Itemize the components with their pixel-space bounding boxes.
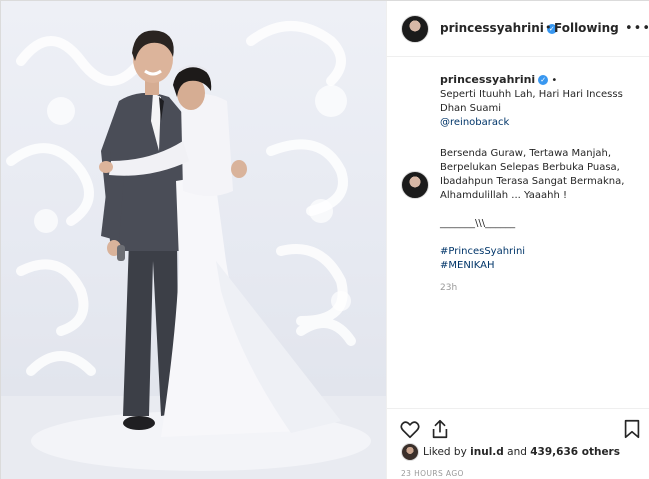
comments-section: princessyahrini ✓ • Seperti Ituuhh Lah, H… — [387, 58, 649, 408]
header-avatar[interactable] — [401, 15, 429, 43]
caption-username[interactable]: princessyahrini — [440, 73, 535, 86]
post-header: princessyahrini ✓ • Following ••• — [387, 1, 649, 57]
likes-summary[interactable]: Liked by inul.d and 439,636 others — [423, 446, 620, 458]
following-button[interactable]: Following — [554, 21, 619, 35]
verified-badge-icon: ✓ — [538, 75, 549, 85]
header-separator: • — [545, 21, 552, 34]
hashtag-menikah[interactable]: #MENIKAH — [440, 259, 640, 273]
heart-icon[interactable] — [399, 418, 421, 440]
caption-line-1: Seperti Ituuhh Lah, Hari Hari Incesss — [440, 89, 623, 100]
comment-line-2: Berpelukan Selepas Berbuka Puasa, — [440, 162, 620, 173]
post-side-panel: princessyahrini ✓ • Following ••• princes… — [386, 1, 649, 479]
liker-username[interactable]: inul.d — [470, 446, 504, 458]
share-icon[interactable] — [429, 418, 451, 440]
caption-mention-link[interactable]: @reinobarack — [440, 116, 640, 130]
likes-count[interactable]: 439,636 others — [530, 446, 620, 458]
post-timestamp[interactable]: 23 HOURS AGO — [401, 469, 464, 478]
likes-row: Liked by inul.d and 439,636 others — [387, 441, 649, 463]
wedding-photo-illustration — [1, 21, 386, 479]
post-modal: princessyahrini ✓ • Following ••• princes… — [0, 0, 649, 479]
comment-block: Bersenda Guraw, Tertawa Manjah, Berpeluk… — [440, 147, 640, 273]
header-username[interactable]: princessyahrini ✓ — [440, 21, 557, 35]
more-options-icon[interactable]: ••• — [625, 21, 649, 36]
likes-middle: and — [503, 446, 531, 458]
post-photo[interactable] — [1, 1, 386, 479]
caption-separator: • — [551, 75, 558, 86]
bookmark-icon[interactable] — [621, 418, 643, 440]
comment-line-1: Bersenda Guraw, Tertawa Manjah, — [440, 148, 612, 159]
comment-time[interactable]: 23h — [440, 283, 457, 293]
comment-divider: _______\\\______ — [440, 218, 516, 229]
comment-line-3: Ibadahpun Terasa Sangat Bermakna, — [440, 176, 625, 187]
caption-line-2: Dhan Suami — [440, 103, 502, 114]
header-username-text[interactable]: princessyahrini — [440, 21, 544, 35]
comment-line-4: Alhamdulillah ... Yaaahh ! — [440, 190, 567, 201]
caption-block: princessyahrini ✓ • Seperti Ituuhh Lah, H… — [440, 73, 640, 130]
liker-avatar[interactable] — [401, 443, 419, 461]
comment-avatar[interactable] — [401, 171, 429, 199]
hashtag-princessyahrini[interactable]: #PrincesSyahrini — [440, 245, 640, 259]
likes-prefix: Liked by — [423, 446, 471, 458]
